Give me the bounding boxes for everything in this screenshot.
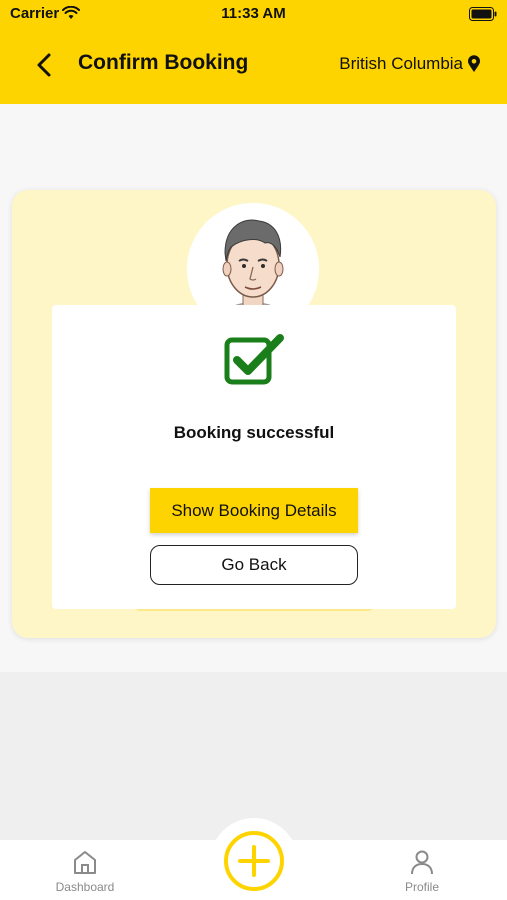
tab-dashboard-label: Dashboard bbox=[55, 880, 115, 894]
location-pin-icon bbox=[468, 55, 480, 72]
nav-bar: Confirm Booking British Columbia bbox=[0, 38, 507, 92]
location-selector[interactable]: British Columbia bbox=[339, 54, 481, 74]
success-message: Booking successful bbox=[173, 423, 335, 442]
tab-profile[interactable]: Profile bbox=[372, 848, 472, 894]
status-bar: Carrier 11:33 AM bbox=[0, 0, 507, 30]
home-icon bbox=[74, 851, 96, 874]
page-title: Confirm Booking bbox=[78, 51, 249, 74]
show-booking-details-button[interactable]: Show Booking Details bbox=[150, 488, 358, 533]
add-button[interactable] bbox=[223, 830, 285, 892]
tab-profile-label: Profile bbox=[404, 880, 439, 894]
booking-card: Booking successful Show Booking Details … bbox=[12, 190, 496, 638]
status-time: 11:33 AM bbox=[221, 5, 286, 22]
location-label: British Columbia bbox=[339, 54, 463, 73]
main-content: Booking successful Show Booking Details … bbox=[0, 104, 507, 672]
tab-dashboard[interactable]: Dashboard bbox=[35, 848, 135, 894]
go-back-button[interactable]: Go Back bbox=[150, 545, 358, 585]
user-icon bbox=[411, 850, 433, 875]
checkbox-checked-icon bbox=[224, 334, 284, 385]
battery-icon bbox=[469, 7, 497, 25]
app-header: Carrier 11:33 AM Confirm Booking British… bbox=[0, 0, 507, 104]
chevron-left-icon bbox=[37, 53, 51, 77]
success-dialog: Booking successful Show Booking Details … bbox=[52, 305, 456, 609]
back-button[interactable] bbox=[28, 48, 62, 82]
plus-circle-icon bbox=[224, 831, 284, 891]
